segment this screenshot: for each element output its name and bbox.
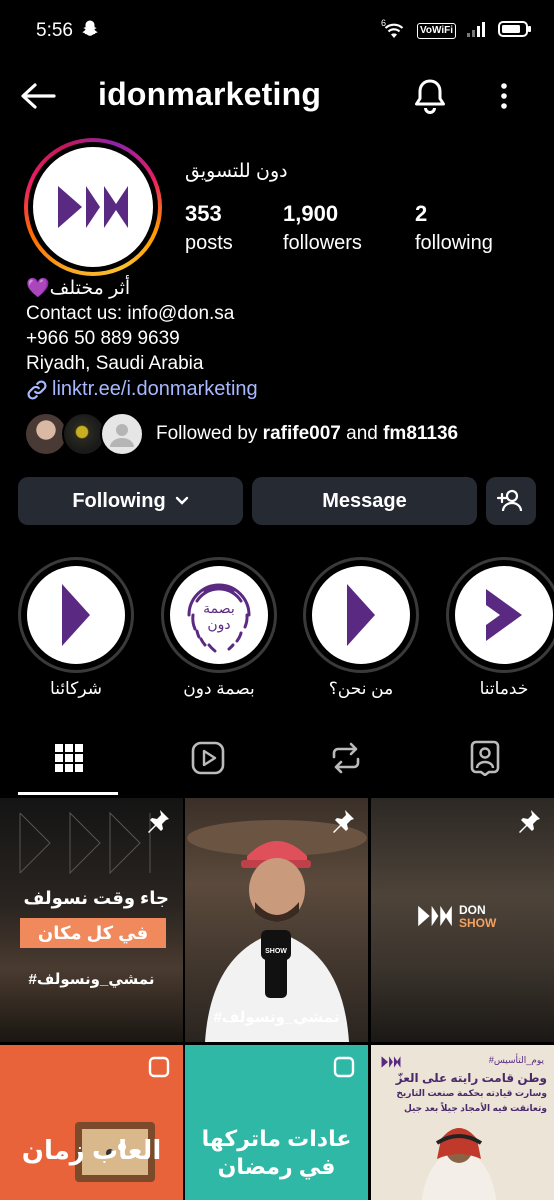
tab-posts-grid[interactable] [0,722,139,794]
vowifi-badge: VoWiFi [416,23,456,39]
bio-line: +966 50 889 9639 [26,328,180,349]
play-logo-icon [347,584,375,646]
signal-icon [466,20,488,43]
profile-full-name: دون للتسويق [185,161,288,182]
bio-line: Contact us: info@don.sa [26,303,235,324]
notifications-button[interactable] [410,76,450,116]
following-label: following [415,232,493,254]
highlight-label: خدماتنا [479,679,529,698]
bio-line: Riyadh, Saudi Arabia [26,353,204,374]
don-logo-icon [418,905,452,927]
suggest-people-button[interactable] [486,477,536,525]
post-brand: DON SHOW [459,903,497,930]
highlight-basma[interactable]: بصمة دون بصمة دون [161,557,277,699]
status-time: 5:56 [36,20,73,41]
default-user-icon [110,424,134,447]
post-caption: وطن قامت رايته على العزّ وسارت قيادته بح… [395,1071,547,1113]
profile-bio: 💜أثر مختلف Contact us: info@don.sa +966 … [26,276,258,402]
message-button[interactable]: Message [252,477,477,525]
followers-count: 1,900 [283,201,339,226]
active-tab-indicator [18,792,118,795]
highlight-services[interactable]: خدماتنا [446,557,554,699]
highlight-about[interactable]: من نحن؟ [303,557,419,699]
highlight-label: بصمة دون [183,679,255,698]
pin-icon [333,810,354,833]
don-logo-icon [58,186,128,228]
snapchat-icon [81,19,99,43]
following-button-label: Following [72,489,166,512]
highlight-label: شركائنا [50,679,102,698]
battery-icon [498,20,532,43]
pin-icon [148,810,169,833]
following-stat[interactable]: 2 following [415,200,493,258]
post-hashtag: #يوم_التأسيس [488,1055,544,1065]
play-logo-icon [62,584,90,646]
posts-stat[interactable]: 353 posts [185,200,233,258]
profile-avatar[interactable] [24,138,162,276]
post-hashtag: #نمشي_ونسولف [213,1009,340,1026]
add-user-icon [497,489,523,512]
reels-icon [191,741,225,775]
post-tile[interactable]: عادات ماتركها في رمضان [185,1045,368,1200]
wifi-icon: 6 [381,18,407,45]
bio-line: 💜أثر مختلف [26,278,131,299]
chevron-down-icon [175,496,188,505]
post-caption: العاب زمان [21,1135,162,1165]
more-vertical-icon [501,83,507,109]
followed-by-text: Followed by rafife007 and fm81136 [156,423,459,444]
bio-link[interactable]: linktr.ee/i.donmarketing [26,377,258,402]
multi-post-icon [333,1056,355,1078]
following-count: 2 [415,201,428,226]
followed-by-row[interactable]: Followed by rafife007 and fm81136 [24,410,458,458]
follower-avatar [100,412,144,456]
post-tile[interactable]: DON SHOW [371,798,554,1042]
mic-label: SHOW [265,948,287,955]
message-button-label: Message [322,489,407,512]
multi-post-icon [148,1056,170,1078]
following-button[interactable]: Following [18,477,243,525]
bell-icon [415,79,445,114]
posts-count: 353 [185,201,222,226]
svg-text:دون: دون [207,617,230,633]
status-bar: 5:56 6 VoWiFi [0,0,554,62]
fingerprint-icon: بصمة دون [187,583,251,653]
pin-icon [519,810,540,833]
svg-text:بصمة: بصمة [203,601,235,617]
post-caption: عادات ماتركها في رمضان [201,1126,352,1179]
followers-stat[interactable]: 1,900 followers [283,200,362,258]
person-illustration [421,1128,497,1200]
don-logo-icon [381,1056,401,1068]
highlight-label: من نحن؟ [328,679,394,698]
post-caption: جاء وقت نسولف [23,888,169,908]
tab-tagged[interactable] [416,722,554,794]
post-tile[interactable]: العاب زمان [0,1045,183,1200]
post-caption: في كل مكان [20,918,166,948]
tab-reels[interactable] [139,722,278,794]
post-hashtag: #نمشي_ونسولف [28,971,155,988]
svg-text:6: 6 [381,18,386,28]
followers-label: followers [283,232,362,254]
post-tile[interactable]: SHOW #نمشي_ونسولف [185,798,368,1042]
more-options-button[interactable] [488,76,520,116]
back-button[interactable] [18,76,58,116]
tab-reposts[interactable] [277,722,416,794]
profile-tabs [0,722,554,794]
chevron-logo-icon [486,589,522,641]
post-tile[interactable]: #يوم_التأسيس وطن قامت رايته على العزّ وس… [371,1045,554,1200]
profile-header: idonmarketing [0,62,554,130]
highlight-partners[interactable]: شركائنا [18,557,134,699]
repost-icon [332,742,360,774]
profile-username: idonmarketing [98,76,322,112]
arrow-left-icon [21,83,56,109]
link-icon [27,379,47,400]
posts-label: posts [185,232,233,254]
tagged-user-icon [470,740,500,776]
post-person-illustration [187,820,367,1042]
post-tile[interactable]: جاء وقت نسولف في كل مكان #نمشي_ونسولف [0,798,183,1042]
bio-link-text: linktr.ee/i.donmarketing [52,378,258,400]
grid-icon [55,744,84,772]
